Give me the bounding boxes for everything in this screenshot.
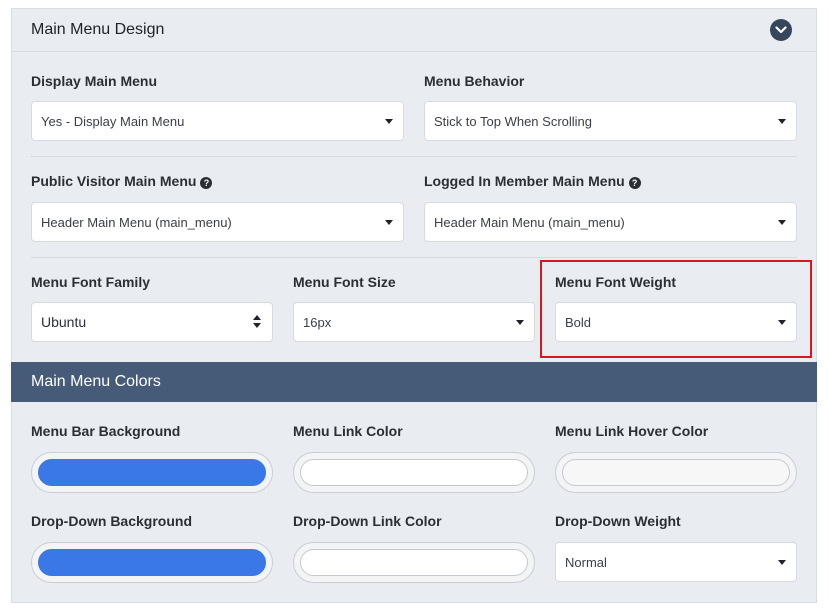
dropdown-link-color-label: Drop-Down Link Color	[293, 513, 442, 529]
divider	[31, 257, 797, 258]
menu-behavior-label: Menu Behavior	[424, 73, 525, 89]
menu-link-hover-color-label: Menu Link Hover Color	[555, 423, 709, 439]
highlight-box	[540, 260, 812, 358]
menu-font-size-label: Menu Font Size	[293, 274, 396, 290]
caret-down-icon	[385, 220, 393, 225]
menu-font-family-value: Ubuntu	[41, 314, 87, 330]
sort-updown-icon	[253, 315, 261, 329]
display-main-menu-label: Display Main Menu	[31, 73, 158, 89]
logged-in-member-main-menu-value: Header Main Menu (main_menu)	[434, 214, 625, 230]
caret-down-icon	[385, 119, 393, 124]
color-swatch-fill	[300, 549, 528, 576]
public-visitor-main-menu-label: Public Visitor Main Menu?	[31, 173, 213, 189]
dropdown-background-color-picker[interactable]	[31, 542, 273, 583]
menu-link-hover-color-picker[interactable]	[555, 452, 797, 493]
caret-down-icon	[778, 119, 786, 124]
menu-link-color-picker[interactable]	[293, 452, 535, 493]
menu-font-family-select[interactable]: Ubuntu	[31, 302, 273, 342]
menu-behavior-select[interactable]: Stick to Top When Scrolling	[424, 101, 797, 141]
caret-down-icon	[778, 220, 786, 225]
divider	[31, 156, 797, 157]
caret-down-icon	[778, 560, 786, 565]
menu-bar-background-label: Menu Bar Background	[31, 423, 181, 439]
question-circle-icon[interactable]: ?	[628, 177, 641, 189]
public-visitor-main-menu-value: Header Main Menu (main_menu)	[41, 214, 232, 230]
logged-in-member-main-menu-label: Logged In Member Main Menu?	[424, 173, 641, 189]
color-swatch-fill	[38, 459, 266, 486]
menu-link-color-label: Menu Link Color	[293, 423, 403, 439]
main-menu-colors-header: Main Menu Colors	[11, 362, 817, 402]
display-main-menu-value: Yes - Display Main Menu	[41, 113, 185, 129]
menu-font-family-label: Menu Font Family	[31, 274, 150, 290]
collapse-toggle-button[interactable]	[770, 19, 792, 41]
public-visitor-main-menu-label-text: Public Visitor Main Menu	[31, 173, 197, 189]
dropdown-background-label: Drop-Down Background	[31, 513, 192, 529]
section-title: Main Menu Design	[31, 21, 165, 38]
dropdown-link-color-picker[interactable]	[293, 542, 535, 583]
display-main-menu-select[interactable]: Yes - Display Main Menu	[31, 101, 404, 141]
main-menu-colors-title: Main Menu Colors	[31, 373, 161, 390]
color-swatch-fill	[38, 549, 266, 576]
menu-font-size-value: 16px	[303, 314, 332, 330]
color-swatch-fill	[562, 459, 790, 486]
chevron-down-icon	[775, 26, 787, 34]
menu-font-size-select[interactable]: 16px	[293, 302, 535, 342]
public-visitor-main-menu-select[interactable]: Header Main Menu (main_menu)	[31, 202, 404, 242]
section-header: Main Menu Design	[12, 9, 816, 52]
logged-in-member-main-menu-select[interactable]: Header Main Menu (main_menu)	[424, 202, 797, 242]
caret-down-icon	[516, 320, 524, 325]
logged-in-member-main-menu-label-text: Logged In Member Main Menu	[424, 173, 625, 189]
dropdown-weight-value: Normal	[565, 554, 607, 570]
question-circle-icon[interactable]: ?	[200, 177, 213, 189]
dropdown-weight-label: Drop-Down Weight	[555, 513, 681, 529]
menu-bar-background-color-picker[interactable]	[31, 452, 273, 493]
color-swatch-fill	[300, 459, 528, 486]
dropdown-weight-select[interactable]: Normal	[555, 542, 797, 582]
main-menu-design-panel: Main Menu Design Display Main Menu Yes -…	[11, 8, 817, 603]
menu-behavior-value: Stick to Top When Scrolling	[434, 113, 592, 129]
